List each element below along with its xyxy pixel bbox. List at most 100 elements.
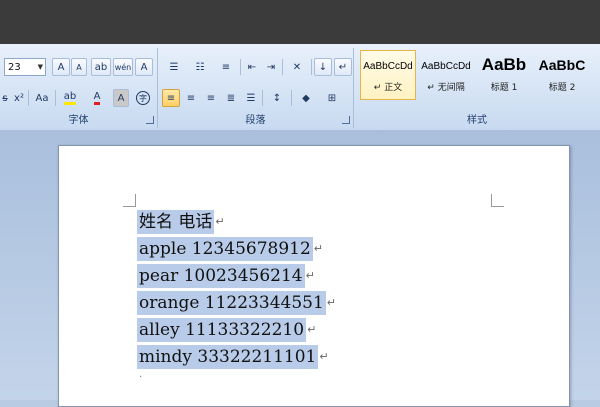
sort-icon: ↓ — [318, 61, 328, 73]
line-spacing-icon: ↕ — [272, 92, 282, 104]
chinese-layout-button[interactable]: ✕ — [285, 58, 309, 76]
line-spacing-button[interactable]: ↕ — [265, 89, 289, 107]
ribbon: 23 ▼ A A ab wén A s x² Aa ab A A 字 字体 ☰ … — [0, 44, 600, 131]
phonetic-guide-button[interactable]: wén — [113, 58, 133, 76]
paint-bucket-icon: ◆ — [302, 92, 310, 104]
align-center-button[interactable]: ≡ — [182, 89, 200, 107]
change-case-icon: Aa — [35, 92, 49, 104]
dialog-launcher-icon[interactable] — [342, 116, 350, 124]
align-center-icon: ≡ — [186, 92, 196, 104]
style-name: ↵ 正文 — [373, 83, 403, 93]
styles-group-label: 样式 — [467, 115, 487, 126]
bullets-button[interactable]: ☰ — [162, 58, 186, 76]
justify-button[interactable]: ≣ — [222, 89, 240, 107]
superscript-icon: x² — [14, 92, 24, 104]
font-size-combobox[interactable]: 23 ▼ — [4, 58, 46, 76]
borders-icon: ⊞ — [327, 92, 337, 104]
font-group-label: 字体 — [68, 115, 89, 126]
chinese-layout-icon: ✕ — [292, 61, 302, 73]
justify-icon: ≣ — [226, 92, 236, 104]
line-text: mindy 33322211101 — [137, 344, 319, 369]
distribute-icon: ☰ — [246, 92, 256, 104]
sort-button[interactable]: ↓ — [314, 58, 332, 76]
style-more[interactable] — [592, 50, 600, 100]
style-sample: AaBb — [481, 55, 527, 74]
align-right-button[interactable]: ≡ — [202, 89, 220, 107]
align-left-button[interactable]: ≡ — [162, 89, 180, 107]
paragraph-mark-icon: ↵ — [307, 323, 317, 336]
superscript-button[interactable]: x² — [11, 89, 27, 107]
line-text: orange 11223344551 — [137, 290, 326, 315]
divider — [240, 59, 241, 75]
clear-format-button[interactable]: ab — [91, 58, 111, 76]
line-text: alley 11133322210 — [137, 317, 307, 342]
line-text: pear 10023456214 — [137, 263, 305, 288]
bullet-list-icon: ☰ — [169, 61, 179, 73]
document-area: 姓名 电话 ↵ apple 12345678912 ↵ pear 100234562… — [0, 130, 600, 407]
style-name: 标题 1 — [490, 83, 518, 93]
text-line[interactable]: pear 10023456214 ↵ — [137, 262, 336, 289]
font-color-button[interactable]: A — [85, 89, 109, 107]
increase-indent-button[interactable]: ⇥ — [262, 58, 280, 76]
margin-corner-mark — [491, 194, 504, 207]
indent-icon: ⇥ — [266, 61, 276, 73]
font-color-icon: A — [93, 91, 101, 105]
style-heading-1[interactable]: AaBb 标题 1 — [476, 50, 532, 100]
paragraph-mark-icon: ↵ — [319, 350, 329, 363]
shrink-font-icon: A — [76, 62, 82, 72]
paragraph-mark-icon: ↵ — [215, 215, 225, 228]
paragraph-group-label: 段落 — [245, 115, 266, 126]
style-no-spacing[interactable]: AaBbCcDd ↵ 无间隔 — [418, 50, 474, 100]
empty-paragraph-mark: · — [139, 372, 143, 383]
margin-corner-mark — [123, 194, 136, 207]
highlight-button[interactable]: ab — [58, 89, 82, 107]
align-left-icon: ≡ — [166, 92, 176, 104]
strikethrough-button[interactable]: s — [0, 89, 10, 107]
line-text: apple 12345678912 — [137, 236, 313, 261]
paragraph-mark-icon: ↵ — [305, 269, 315, 282]
text-line[interactable]: mindy 33322211101 ↵ — [137, 343, 336, 370]
multilevel-list-icon: ≡ — [221, 61, 231, 73]
borders-button[interactable]: ⊞ — [320, 89, 344, 107]
decrease-indent-button[interactable]: ⇤ — [243, 58, 261, 76]
divider — [311, 59, 312, 75]
divider — [282, 59, 283, 75]
text-line[interactable]: apple 12345678912 ↵ — [137, 235, 336, 262]
phonetic-guide-icon: wén — [114, 62, 132, 72]
style-name: 标题 2 — [548, 83, 576, 93]
divider — [55, 90, 56, 106]
enclose-char-icon: 字 — [136, 91, 150, 105]
numbering-button[interactable]: ☷ — [188, 58, 212, 76]
style-heading-2[interactable]: AaBbC 标题 2 — [534, 50, 590, 100]
shrink-font-button[interactable]: A — [71, 58, 87, 76]
change-case-button[interactable]: Aa — [31, 89, 53, 107]
style-sample: AaBbC — [538, 57, 586, 73]
highlight-icon: ab — [63, 91, 77, 105]
strikethrough-icon: s — [2, 92, 8, 104]
enclose-char-button[interactable]: 字 — [134, 89, 152, 107]
grow-font-button[interactable]: A — [52, 58, 70, 76]
text-line[interactable]: 姓名 电话 ↵ — [137, 208, 336, 235]
style-sample: AaBbCcDd — [363, 61, 413, 72]
clear-format-icon: ab — [94, 61, 108, 73]
paragraph-mark-icon: ↵ — [326, 296, 336, 309]
dialog-launcher-icon[interactable] — [146, 116, 154, 124]
paragraph-group: ☰ ☷ ≡ ⇤ ⇥ ✕ ↓ ↵ ≡ ≡ ≡ ≣ ☰ ↕ ◆ ⊞ 段落 — [158, 48, 354, 128]
document-text[interactable]: 姓名 电话 ↵ apple 12345678912 ↵ pear 100234562… — [137, 208, 336, 370]
text-line[interactable]: orange 11223344551 ↵ — [137, 289, 336, 316]
text-line[interactable]: alley 11133322210 ↵ — [137, 316, 336, 343]
multilevel-list-button[interactable]: ≡ — [214, 58, 238, 76]
style-normal[interactable]: AaBbCcDd ↵ 正文 — [360, 50, 416, 100]
distribute-button[interactable]: ☰ — [242, 89, 260, 107]
grow-font-icon: A — [57, 61, 65, 73]
shading-button[interactable]: ◆ — [294, 89, 318, 107]
document-page[interactable]: 姓名 电话 ↵ apple 12345678912 ↵ pear 100234562… — [58, 145, 570, 407]
char-border-button[interactable]: A — [135, 58, 153, 76]
title-bar — [0, 0, 600, 44]
chevron-down-icon[interactable]: ▼ — [38, 63, 43, 71]
styles-gallery: AaBbCcDd ↵ 正文 AaBbCcDd ↵ 无间隔 AaBb 标题 1 A… — [356, 50, 600, 102]
char-border-icon: A — [140, 61, 148, 73]
char-shading-button[interactable]: A — [113, 89, 129, 107]
show-marks-button[interactable]: ↵ — [334, 58, 352, 76]
style-sample: AaBbCcDd — [421, 61, 471, 72]
